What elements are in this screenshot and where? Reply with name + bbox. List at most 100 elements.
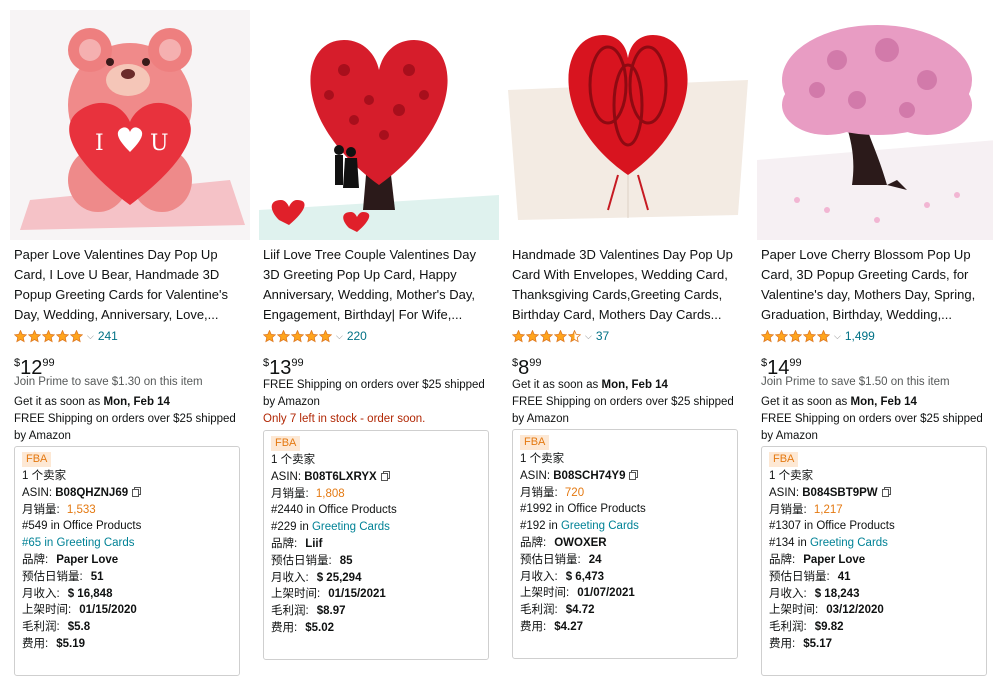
panel-text: $4.72 (565, 604, 595, 617)
asin-value: B08SCH74Y9 (553, 469, 626, 482)
panel-text: $ 6,473 (565, 570, 605, 583)
star-icon (526, 329, 539, 342)
product-grid: I U Paper Love Valentines Day Pop Up Car… (0, 0, 993, 681)
rating-count[interactable]: 220 (347, 329, 367, 343)
rank-sub[interactable]: #134 in Greeting Cards (769, 535, 986, 552)
listing-date-row: 上架时间: 01/07/2021 (520, 585, 737, 602)
fee-row: 费用: $5.19 (22, 636, 239, 653)
rating-count[interactable]: 241 (98, 329, 118, 343)
stock-warning: Only 7 left in stock - order soon. (263, 413, 426, 425)
panel-text: 品牌: (22, 553, 49, 566)
monthly-revenue-row: 月收入: $ 25,294 (271, 570, 488, 587)
asin-row: ASIN: B08SCH74Y9 (520, 468, 737, 485)
panel-text: 月收入: (22, 587, 60, 600)
panel-text: #1307 in (769, 520, 817, 533)
fba-badge: FBA (271, 436, 301, 451)
monthly-sales: 月销量: 1,533 (22, 502, 239, 519)
extension-panel: FBA 1 个卖家 ASIN: B084SBT9PW 月销量: 1,217 #1307 … (761, 446, 987, 676)
panel-text: 月收入: (769, 587, 807, 600)
rating-row[interactable]: ⌵ 1,499 (761, 328, 875, 344)
product-title[interactable]: Liif Love Tree Couple Valentines Day 3D … (263, 245, 495, 325)
rank-sub[interactable]: #65 in Greeting Cards (22, 535, 239, 552)
panel-text: 01/07/2021 (577, 587, 635, 600)
listing-date-row: 上架时间: 01/15/2020 (22, 602, 239, 619)
rating-row[interactable]: ⌵ 37 (512, 328, 609, 344)
star-rating (512, 329, 582, 343)
rating-row[interactable]: ⌵ 220 (263, 328, 367, 344)
panel-text: Liif (305, 537, 323, 550)
monthly-revenue-row: 月收入: $ 16,848 (22, 586, 239, 603)
product-image[interactable] (508, 10, 748, 240)
shipping-info: FREE Shipping on orders over $25 shipped… (512, 396, 734, 425)
panel-text: 1,217 (813, 503, 843, 516)
panel-row: FBA (22, 447, 239, 468)
prime-savings: Join Prime to save $1.30 on this item (14, 376, 203, 388)
chevron-down-icon[interactable]: ⌵ (585, 331, 592, 342)
rating-row[interactable]: ⌵ 241 (14, 328, 118, 344)
panel-text: #549 in (22, 520, 63, 533)
chevron-down-icon[interactable]: ⌵ (336, 331, 343, 342)
star-icon (14, 329, 27, 342)
panel-text: Paper Love (56, 553, 119, 566)
panel-text: #1992 in (520, 503, 568, 516)
product-title[interactable]: Paper Love Cherry Blossom Pop Up Card, 3… (761, 245, 993, 325)
panel-text: 预估日销量: (769, 570, 830, 583)
rating-count[interactable]: 1,499 (845, 329, 875, 343)
daily-sales-row: 预估日销量: 41 (769, 569, 986, 586)
product-image[interactable] (757, 10, 993, 240)
panel-text: 上架时间: (22, 604, 72, 617)
panel-text: $ 18,243 (814, 587, 860, 600)
seller-count: 1 个卖家 (769, 470, 814, 482)
copy-icon[interactable] (380, 470, 390, 481)
rank-sub[interactable]: #192 in Greeting Cards (520, 518, 737, 535)
panel-text: $9.82 (814, 621, 844, 634)
rank-main: #1992 in Office Products (520, 501, 737, 518)
star-rating (263, 329, 333, 343)
shipping-info: FREE Shipping on orders over $25 shipped… (14, 413, 236, 442)
panel-text: 品牌: (271, 537, 298, 550)
delivery-info: Get it as soon as Mon, Feb 14 (512, 379, 668, 391)
panel-text: 01/15/2021 (328, 588, 386, 601)
extension-panel: FBA 1 个卖家 ASIN: B08QHZNJ69 月销量: 1,533 #549 i… (14, 446, 240, 676)
rank-sub[interactable]: #229 in Greeting Cards (271, 519, 488, 536)
panel-text: $5.19 (56, 637, 85, 650)
chevron-down-icon[interactable]: ⌵ (834, 331, 841, 342)
star-icon (305, 329, 318, 342)
brand-row: 品牌: Paper Love (22, 552, 239, 569)
brand-row: 品牌: Liif (271, 536, 488, 553)
star-icon (554, 329, 567, 342)
panel-text: $5.02 (305, 621, 334, 634)
panel-text: $ 25,294 (316, 571, 362, 584)
fba-badge: FBA (520, 435, 550, 450)
rating-count[interactable]: 37 (596, 329, 609, 343)
chevron-down-icon[interactable]: ⌵ (87, 331, 94, 342)
panel-text: ASIN: (271, 470, 302, 483)
star-icon (28, 329, 41, 342)
extension-panel: FBA 1 个卖家 ASIN: B08SCH74Y9 月销量: 720 #1992 in… (512, 429, 738, 659)
panel-text: 毛利润: (769, 621, 807, 634)
copy-icon[interactable] (881, 486, 891, 497)
copy-icon[interactable] (629, 469, 639, 480)
star-icon (540, 329, 553, 342)
star-icon (775, 329, 788, 342)
panel-text: #2440 in (271, 504, 319, 517)
panel-text: Greeting Cards (56, 537, 135, 550)
panel-text: #229 in (271, 521, 312, 534)
copy-icon[interactable] (132, 486, 142, 497)
monthly-revenue-row: 月收入: $ 6,473 (520, 569, 737, 586)
seller-count: 1 个卖家 (520, 453, 565, 465)
product-image[interactable]: I U (10, 10, 250, 240)
panel-text: #65 in (22, 537, 57, 550)
panel-text: 51 (90, 570, 104, 583)
star-icon (568, 329, 581, 342)
shipping-info: FREE Shipping on orders over $25 shipped… (263, 379, 485, 408)
heart-popup-card-image (508, 10, 748, 240)
daily-sales-row: 预估日销量: 85 (271, 553, 488, 570)
product-title[interactable]: Handmade 3D Valentines Day Pop Up Card W… (512, 245, 744, 325)
fee-row: 费用: $5.17 (769, 636, 986, 653)
panel-text: $ 16,848 (67, 587, 113, 600)
love-tree-card-image (259, 10, 499, 240)
panel-text: Paper Love (803, 553, 866, 566)
product-image[interactable] (259, 10, 499, 240)
product-title[interactable]: Paper Love Valentines Day Pop Up Card, I… (14, 245, 246, 325)
